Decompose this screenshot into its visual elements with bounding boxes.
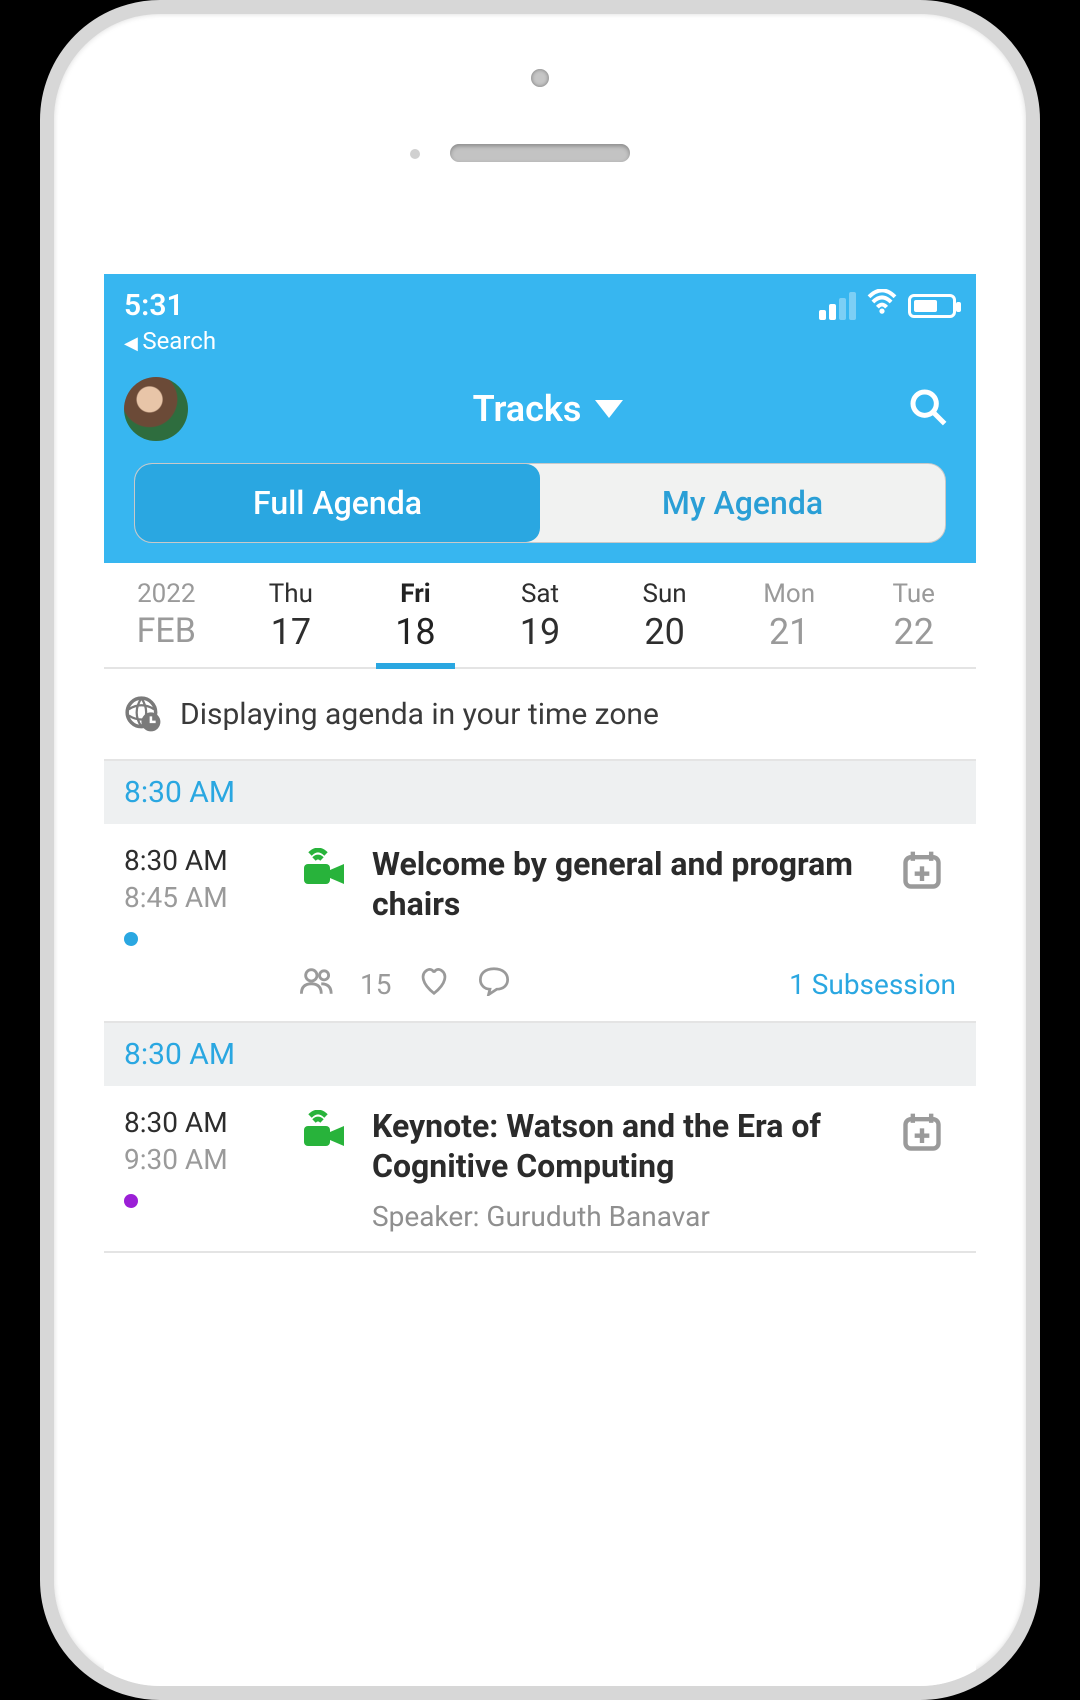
comment-icon[interactable] <box>477 966 511 1003</box>
phone-sensor-dot <box>410 149 420 159</box>
search-button[interactable] <box>908 387 948 431</box>
video-stream-icon <box>300 844 356 946</box>
date-cell-sat-19[interactable]: Sat 19 <box>478 563 603 667</box>
timezone-notice: Displaying agenda in your time zone <box>104 669 976 761</box>
attendees-icon <box>300 966 334 1003</box>
video-stream-icon <box>300 1106 356 1233</box>
attendee-count: 15 <box>360 968 391 1001</box>
avatar[interactable] <box>124 377 188 441</box>
time-section-header: 8:30 AM <box>104 1023 976 1086</box>
session-times: 8:30 AM 9:30 AM <box>124 1106 284 1233</box>
session-start: 8:30 AM <box>124 844 284 877</box>
back-label: Search <box>142 327 216 355</box>
session-meta-row: 15 1 Subsession <box>300 966 956 1003</box>
session-item[interactable]: 8:30 AM 9:30 AM Keynote: Watson and the … <box>104 1086 976 1253</box>
session-speaker: Speaker: Guruduth Banavar <box>372 1200 884 1233</box>
date-cell-mon-21[interactable]: Mon 21 <box>727 563 852 667</box>
battery-icon <box>908 294 956 318</box>
phone-camera-dot <box>531 69 549 87</box>
phone-speaker <box>450 144 630 162</box>
subsession-link[interactable]: 1 Subsession <box>789 968 956 1001</box>
track-color-dot <box>124 932 138 946</box>
session-start: 8:30 AM <box>124 1106 284 1139</box>
add-to-calendar-button[interactable] <box>900 1106 956 1233</box>
like-icon[interactable] <box>417 966 451 1003</box>
tracks-dropdown[interactable]: Tracks <box>473 388 624 430</box>
back-to-search-link[interactable]: Search <box>124 327 956 355</box>
chevron-down-icon <box>595 400 623 418</box>
timezone-text: Displaying agenda in your time zone <box>180 697 659 732</box>
date-cell-sun-20[interactable]: Sun 20 <box>602 563 727 667</box>
tab-full-agenda[interactable]: Full Agenda <box>135 464 540 542</box>
date-cell-thu-17[interactable]: Thu 17 <box>229 563 354 667</box>
time-section-header: 8:30 AM <box>104 761 976 824</box>
date-cell-fri-18[interactable]: Fri 18 <box>353 563 478 667</box>
session-end: 8:45 AM <box>124 881 284 914</box>
session-times: 8:30 AM 8:45 AM <box>124 844 284 946</box>
date-strip-month: 2022 FEB <box>104 563 229 667</box>
status-bar: 5:31 <box>124 288 956 323</box>
date-strip[interactable]: 2022 FEB Thu 17 Fri 18 Sat 19 Sun 20 Mon… <box>104 563 976 669</box>
globe-clock-icon <box>124 695 162 733</box>
status-indicators <box>819 288 956 323</box>
tab-my-agenda[interactable]: My Agenda <box>540 464 945 542</box>
app-screen: 5:31 Search Tracks <box>104 274 976 1686</box>
cellular-signal-icon <box>819 292 856 320</box>
session-item[interactable]: 8:30 AM 8:45 AM Welcome by general and p… <box>104 824 976 1023</box>
app-header: 5:31 Search Tracks <box>104 274 976 563</box>
session-end: 9:30 AM <box>124 1143 284 1176</box>
add-to-calendar-button[interactable] <box>900 844 956 946</box>
status-time: 5:31 <box>124 288 184 323</box>
date-cell-tue-22[interactable]: Tue 22 <box>851 563 976 667</box>
track-color-dot <box>124 1194 138 1208</box>
wifi-icon <box>866 288 898 323</box>
header-title: Tracks <box>473 388 582 430</box>
agenda-tabs: Full Agenda My Agenda <box>134 463 946 543</box>
session-title: Welcome by general and program chairs <box>372 844 884 924</box>
phone-device-frame: 5:31 Search Tracks <box>40 0 1040 1700</box>
session-title: Keynote: Watson and the Era of Cognitive… <box>372 1106 884 1186</box>
